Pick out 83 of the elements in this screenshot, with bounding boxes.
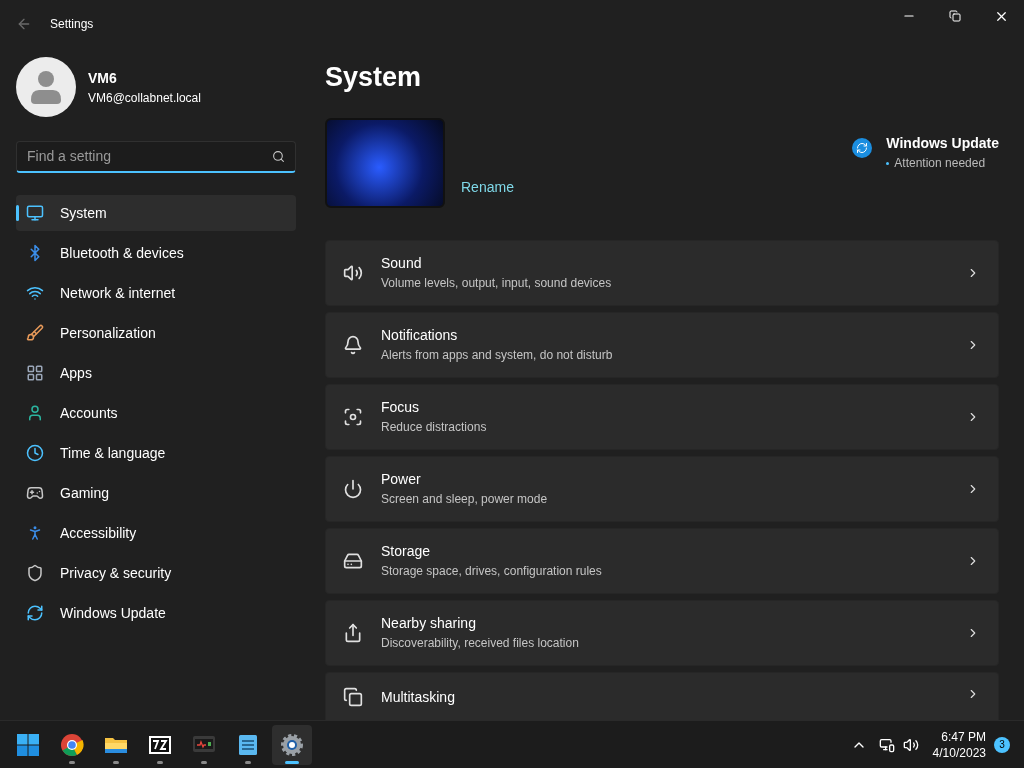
nav-label: Time & language	[60, 443, 166, 463]
account-name: VM6	[88, 68, 118, 88]
nav-label: Gaming	[60, 483, 110, 503]
bell-icon	[343, 334, 363, 355]
nav-label: System	[60, 203, 107, 223]
person-silhouette-icon	[31, 70, 61, 104]
card-title: Multitasking	[381, 687, 456, 707]
sync-icon	[26, 604, 44, 622]
notepad-icon	[236, 732, 260, 757]
nav-item[interactable]: Bluetooth & devices	[16, 235, 296, 271]
selection-indicator	[16, 205, 19, 221]
settings-card[interactable]: Power Screen and sleep, power mode	[325, 455, 999, 522]
card-description: Reduce distractions	[381, 419, 488, 436]
nav-item[interactable]: Accounts	[16, 395, 296, 431]
card-title: Nearby sharing	[381, 614, 477, 633]
update-icon	[852, 138, 873, 158]
nav-item[interactable]: Privacy & security	[16, 555, 296, 591]
nav-label: Personalization	[60, 323, 156, 343]
search-input[interactable]: Find a setting	[27, 146, 272, 167]
card-description: Alerts from apps and system, do not disturb	[381, 347, 614, 364]
nav-item[interactable]: Time & language	[16, 435, 296, 471]
restore-icon	[949, 10, 961, 22]
card-title: Notifications	[381, 326, 459, 345]
nav-item[interactable]: Personalization	[16, 315, 296, 351]
card-title: Power	[381, 470, 422, 489]
page-title: System	[325, 61, 423, 94]
focus-icon	[343, 406, 363, 427]
nav-item[interactable]: Apps	[16, 355, 296, 391]
brush-icon	[26, 324, 44, 342]
network-icon[interactable]	[878, 736, 895, 753]
update-title: Windows Update	[886, 134, 999, 153]
date-text: 4/10/2023	[932, 744, 986, 761]
volume-icon[interactable]	[902, 736, 919, 753]
nav-label: Accessibility	[60, 523, 137, 543]
card-description: Screen and sleep, power mode	[381, 491, 549, 508]
speaker-icon	[343, 262, 363, 283]
wifi-icon	[26, 284, 44, 302]
nav-item[interactable]: Accessibility	[16, 515, 296, 551]
nav-label: Network & internet	[60, 283, 176, 303]
settings-card[interactable]: Notifications Alerts from apps and system, do not disturb	[325, 311, 999, 378]
settings-card[interactable]: Sound Volume levels, output, input, sound devices	[325, 239, 999, 306]
settings-card[interactable]: Nearby sharing Discoverability, received files location	[325, 599, 999, 666]
nav-label: Accounts	[60, 403, 118, 423]
power-icon	[343, 478, 363, 499]
back-icon[interactable]	[16, 16, 32, 32]
windows-stack-icon	[343, 686, 363, 707]
search-icon	[272, 150, 285, 163]
nav-label: Privacy & security	[60, 563, 172, 583]
share-icon	[343, 622, 363, 643]
clock-icon	[26, 444, 44, 462]
settings-card[interactable]: Multitasking	[325, 671, 999, 720]
card-title: Storage	[381, 542, 432, 561]
card-title: Focus	[381, 398, 421, 417]
search-field[interactable]: Find a setting	[16, 141, 296, 173]
card-description: Discoverability, received files location	[381, 635, 580, 652]
card-description: Storage space, drives, configuration rules	[381, 563, 603, 580]
window-title: Settings	[50, 16, 94, 33]
monitor-icon	[26, 204, 44, 222]
settings-card[interactable]: Focus Reduce distractions	[325, 383, 999, 450]
card-description: Volume levels, output, input, sound devices	[381, 275, 613, 292]
nav-item[interactable]: Network & internet	[16, 275, 296, 311]
nav-item[interactable]: Windows Update	[16, 595, 296, 631]
gear-icon	[280, 732, 304, 757]
account-email: VM6@collabnet.local	[88, 89, 201, 107]
gamepad-icon	[26, 484, 44, 502]
browser-icon	[60, 732, 84, 757]
nav-label: Bluetooth & devices	[60, 243, 184, 263]
nav-item[interactable]: Gaming	[16, 475, 296, 511]
windows-logo-icon	[16, 732, 40, 757]
settings-card[interactable]: Storage Storage space, drives, configuration rules	[325, 527, 999, 594]
nav-label: Windows Update	[60, 603, 166, 623]
notification-badge[interactable]: 3	[994, 736, 1010, 753]
time-text: 6:47 PM	[941, 728, 986, 745]
rename-link[interactable]: Rename	[461, 177, 514, 198]
update-status: Attention needed	[894, 155, 986, 172]
nav-item[interactable]: System	[16, 195, 296, 231]
clock[interactable]: 6:47 PM 4/10/2023	[932, 728, 986, 761]
nav-label: Apps	[60, 363, 92, 383]
apps-grid-icon	[26, 364, 44, 382]
card-title: Sound	[381, 254, 423, 273]
taskbar-app-button[interactable]	[272, 724, 312, 765]
person-icon	[26, 404, 44, 422]
shield-icon	[26, 564, 44, 582]
